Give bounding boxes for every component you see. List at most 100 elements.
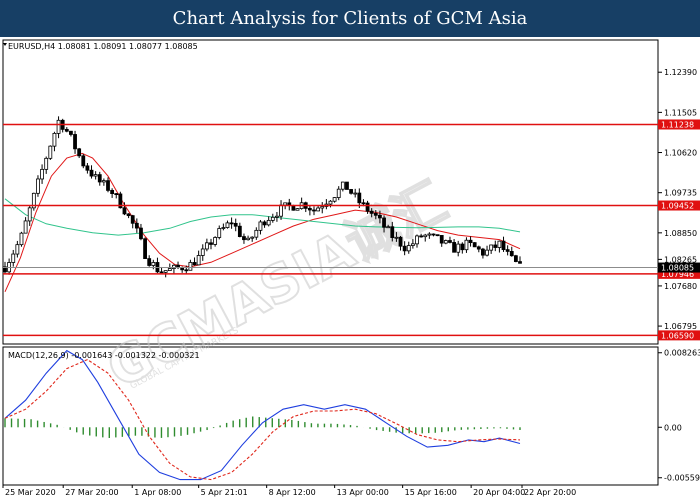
chart-banner: Chart Analysis for Clients of GCM Asia (0, 0, 700, 37)
candle-body (147, 258, 152, 266)
x-tick-label: 20 Apr 04:00 (473, 488, 525, 497)
candle-body (204, 242, 209, 250)
candle-body (262, 221, 267, 226)
candle-body (320, 206, 325, 209)
candle-body (373, 212, 378, 216)
candle-body (316, 207, 321, 212)
candle-body (481, 248, 485, 256)
candle-body (56, 119, 61, 134)
candle-body (398, 236, 403, 247)
candle-body (448, 240, 452, 243)
candle-body (410, 243, 415, 246)
candle-body (130, 215, 135, 224)
x-tick-label: 15 Apr 16:00 (405, 488, 457, 497)
candle-body (307, 207, 312, 211)
candle-body (476, 246, 481, 250)
candle-body (85, 165, 90, 171)
candle-body (52, 132, 57, 147)
macd-tick-label: -0.005596 (664, 474, 700, 483)
candle-body (369, 210, 374, 214)
candle-body (378, 214, 382, 219)
candle-body (439, 235, 444, 244)
candle-body (69, 130, 73, 135)
candle-body (312, 209, 316, 212)
macd-title: MACD(12,26,9) -0.001643 -0.001322 -0.000… (8, 351, 200, 360)
candle-body (266, 219, 271, 226)
candle-body (19, 232, 24, 246)
candle-body (279, 204, 283, 217)
candle-body (106, 180, 110, 191)
candle-body (188, 262, 193, 271)
x-tick-label: 25 Mar 2020 (5, 488, 56, 497)
x-tick-label: 8 Apr 12:00 (269, 488, 316, 497)
candle-body (332, 197, 337, 202)
candle-body (139, 227, 143, 240)
candle-body (11, 253, 16, 263)
candle-body (23, 220, 28, 234)
candle-body (382, 217, 386, 228)
macd-tick-label: 0.008263 (664, 349, 700, 358)
candle-body (431, 233, 436, 236)
candle-body (134, 222, 139, 229)
x-tick-label: 27 Mar 20:00 (65, 488, 118, 497)
level-label: 1.06590 (661, 331, 694, 340)
candle-body (464, 239, 469, 251)
x-tick-label: 5 Apr 21:01 (201, 488, 248, 497)
candle-body (427, 233, 432, 236)
candle-body (184, 269, 189, 272)
candle-body (415, 235, 419, 245)
candle-body (353, 192, 358, 195)
candle-body (386, 226, 391, 229)
candle-body (390, 226, 395, 238)
candle-body (237, 225, 242, 237)
candle-body (167, 268, 172, 272)
candle-body (423, 234, 428, 238)
current-price-label: 1.08085 (661, 264, 694, 273)
candle-body (192, 262, 197, 266)
candle-body (275, 215, 279, 218)
candle-body (217, 228, 222, 238)
candle-body (110, 190, 115, 195)
candle-body (44, 157, 49, 170)
candle-body (151, 262, 156, 266)
price-tick-label: 1.10620 (664, 149, 697, 158)
candle-body (295, 208, 300, 211)
price-tick-label: 1.09735 (664, 189, 697, 198)
candle-body (97, 174, 102, 183)
candle-body (513, 255, 518, 262)
candle-body (472, 242, 477, 248)
candle-body (122, 207, 127, 215)
candle-body (200, 248, 205, 256)
macd-panel (2, 346, 659, 486)
candle-body (213, 237, 218, 245)
candle-body (456, 243, 461, 253)
level-label: 1.09452 (661, 202, 694, 211)
price-tick-label: 1.11505 (664, 108, 697, 117)
candle-body (435, 234, 440, 237)
candle-body (36, 178, 40, 194)
candle-body (64, 128, 69, 132)
candle-body (340, 181, 345, 190)
banner-title: Chart Analysis for Clients of GCM Asia (172, 8, 528, 29)
candle-body (233, 222, 238, 227)
candle-body (402, 245, 407, 252)
candle-body (518, 261, 522, 264)
candle-body (81, 155, 86, 167)
candle-body (250, 236, 255, 239)
candle-body (114, 193, 119, 196)
candle-body (89, 169, 94, 177)
candle-body (406, 245, 411, 252)
candle-body (357, 192, 362, 204)
candle-body (509, 251, 514, 257)
candle-body (345, 181, 349, 190)
x-tick-label: 22 Apr 20:00 (524, 488, 576, 497)
price-tick-label: 1.12390 (664, 68, 697, 77)
candle-body (126, 213, 131, 217)
candle-body (493, 244, 498, 248)
candle-body (225, 222, 230, 228)
candle-body (336, 188, 341, 198)
candle-body (93, 174, 98, 177)
candle-body (209, 242, 213, 245)
level-label: 1.11238 (661, 120, 694, 129)
candle-body (452, 242, 456, 253)
